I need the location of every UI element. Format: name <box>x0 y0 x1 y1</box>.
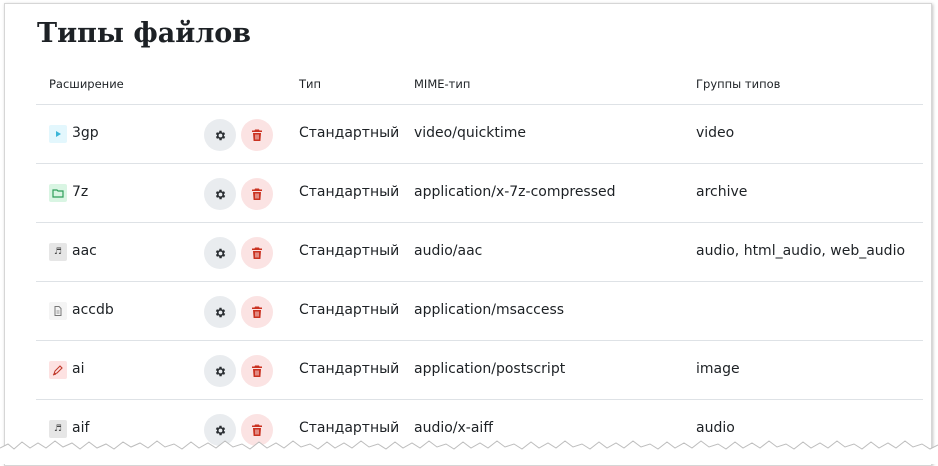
extension-name: 3gp <box>72 125 99 141</box>
type-cell: Стандартный <box>299 184 400 200</box>
groups-cell: audio, html_audio, web_audio <box>696 243 906 259</box>
extension-name: accdb <box>72 302 114 318</box>
gear-icon <box>215 189 225 199</box>
header-mime: MIME-тип <box>414 77 471 91</box>
torn-edge <box>0 440 938 464</box>
type-cell: Стандартный <box>299 243 400 259</box>
extension-name: aif <box>72 420 90 436</box>
extension-name: aac <box>72 243 97 259</box>
delete-button[interactable] <box>241 119 273 151</box>
gear-icon <box>215 307 225 317</box>
groups-cell: archive <box>696 184 748 200</box>
type-cell: Стандартный <box>299 302 400 318</box>
gear-icon <box>215 248 225 258</box>
edit-settings-button[interactable] <box>204 296 236 328</box>
trash-icon <box>252 247 262 259</box>
mime-cell: application/x-7z-compressed <box>414 184 616 200</box>
trash-icon <box>252 188 262 200</box>
delete-button[interactable] <box>241 296 273 328</box>
table-row: ♬ aac Стандартный audio/aac audio, html_… <box>36 223 923 282</box>
header-extension: Расширение <box>49 77 124 91</box>
table-row: 3gp Стандартный video/quicktime video <box>36 105 923 164</box>
file-types-page: Типы файлов Расширение Тип MIME-тип Груп… <box>4 3 932 466</box>
mime-cell: video/quicktime <box>414 125 527 141</box>
audio-note-icon: ♬ <box>49 243 67 261</box>
mime-cell: audio/x-aiff <box>414 420 493 436</box>
table-header: Расширение Тип MIME-тип Группы типов <box>36 64 923 105</box>
trash-icon <box>252 424 262 436</box>
edit-settings-button[interactable] <box>204 237 236 269</box>
video-file-icon <box>49 125 67 143</box>
header-groups: Группы типов <box>696 77 781 91</box>
archive-folder-icon <box>49 184 67 202</box>
delete-button[interactable] <box>241 237 273 269</box>
table-row: ai Стандартный application/postscript im… <box>36 341 923 400</box>
delete-button[interactable] <box>241 355 273 387</box>
table-row: 7z Стандартный application/x-7z-compress… <box>36 164 923 223</box>
delete-button[interactable] <box>241 178 273 210</box>
type-cell: Стандартный <box>299 420 400 436</box>
trash-icon <box>252 306 262 318</box>
table-row: accdb Стандартный application/msaccess <box>36 282 923 341</box>
groups-cell: video <box>696 125 735 141</box>
page-title: Типы файлов <box>37 18 252 49</box>
extension-name: 7z <box>72 184 89 200</box>
header-type: Тип <box>299 77 322 91</box>
mime-cell: audio/aac <box>414 243 483 259</box>
extension-name: ai <box>72 361 85 377</box>
edit-settings-button[interactable] <box>204 178 236 210</box>
vector-pen-icon <box>49 361 67 379</box>
groups-cell: audio <box>696 420 735 436</box>
file-types-table: Расширение Тип MIME-тип Группы типов 3gp… <box>36 64 923 459</box>
gear-icon <box>215 425 225 435</box>
trash-icon <box>252 129 262 141</box>
type-cell: Стандартный <box>299 125 400 141</box>
groups-cell: image <box>696 361 740 377</box>
edit-settings-button[interactable] <box>204 119 236 151</box>
document-icon <box>49 302 67 320</box>
trash-icon <box>252 365 262 377</box>
gear-icon <box>215 366 225 376</box>
mime-cell: application/postscript <box>414 361 566 377</box>
gear-icon <box>215 130 225 140</box>
mime-cell: application/msaccess <box>414 302 565 318</box>
edit-settings-button[interactable] <box>204 355 236 387</box>
type-cell: Стандартный <box>299 361 400 377</box>
